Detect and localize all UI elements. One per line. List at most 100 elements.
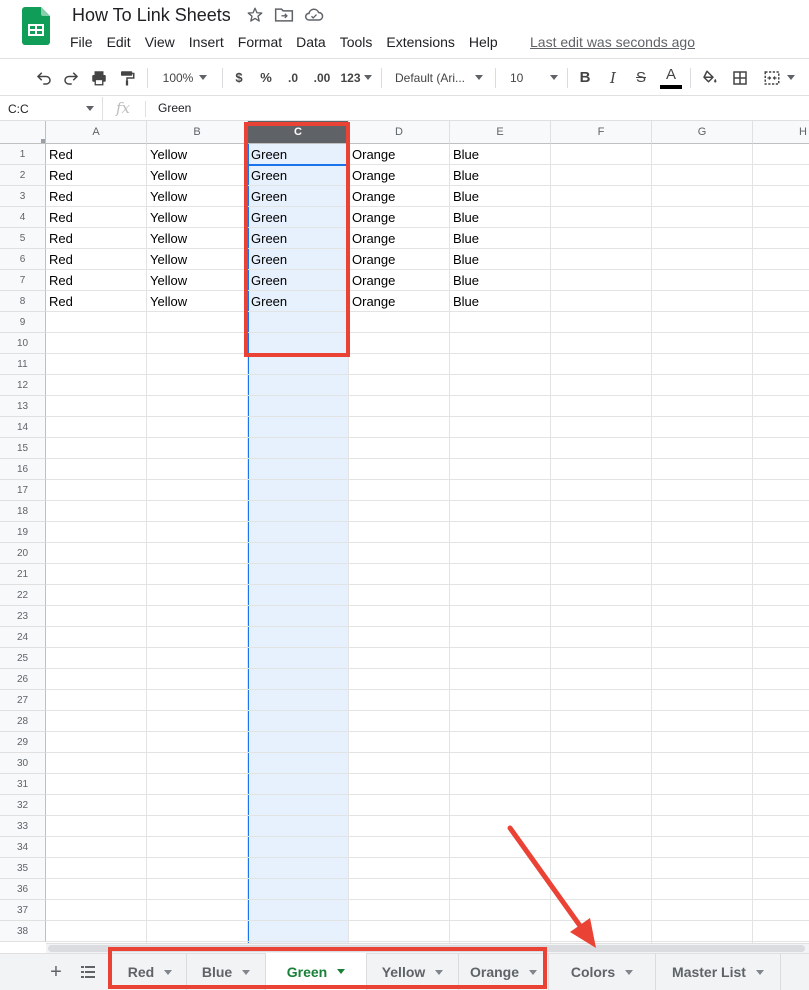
row-header[interactable]: 11 [0,354,46,375]
column-header-e[interactable]: E [450,121,551,144]
row-header[interactable]: 15 [0,438,46,459]
cell-e4[interactable]: Blue [450,207,551,228]
cell-d7[interactable]: Orange [349,270,450,291]
row-header[interactable]: 26 [0,669,46,690]
cell-a3[interactable]: Red [46,186,147,207]
cell-d6[interactable]: Orange [349,249,450,270]
cell-c2[interactable]: Green [248,165,349,186]
cell-d1[interactable]: Orange [349,144,450,165]
row-header[interactable]: 35 [0,858,46,879]
chevron-down-icon[interactable] [625,970,633,975]
cell-c6[interactable]: Green [248,249,349,270]
font-family-select[interactable]: Default (Ari... [389,59,489,96]
column-header-h[interactable]: H [753,121,809,144]
cell-a2[interactable]: Red [46,165,147,186]
strikethrough-button[interactable]: S [631,59,651,96]
row-header[interactable]: 34 [0,837,46,858]
cell-b6[interactable]: Yellow [147,249,248,270]
chevron-down-icon[interactable] [529,970,537,975]
chevron-down-icon[interactable] [756,970,764,975]
row-header[interactable]: 9 [0,312,46,333]
row-header[interactable]: 10 [0,333,46,354]
spreadsheet-grid[interactable]: ABCDEFGH12345678910111213141516171819202… [0,121,809,943]
cloud-status-icon[interactable] [304,6,324,24]
column-header-a[interactable]: A [46,121,147,144]
cell-a7[interactable]: Red [46,270,147,291]
borders-button[interactable] [728,59,752,96]
menu-insert[interactable]: Insert [182,32,231,52]
cell-c3[interactable]: Green [248,186,349,207]
row-header[interactable]: 31 [0,774,46,795]
row-header[interactable]: 12 [0,375,46,396]
cell-e6[interactable]: Blue [450,249,551,270]
merge-cells-button[interactable] [758,59,798,96]
fill-color-button[interactable] [698,59,722,96]
percent-format-button[interactable]: % [256,59,276,96]
row-header[interactable]: 27 [0,690,46,711]
row-header[interactable]: 19 [0,522,46,543]
cell-b3[interactable]: Yellow [147,186,248,207]
cell-a1[interactable]: Red [46,144,147,165]
row-header[interactable]: 2 [0,165,46,186]
row-header[interactable]: 29 [0,732,46,753]
cell-a8[interactable]: Red [46,291,147,312]
cell-c1[interactable]: Green [248,144,349,165]
sheet-tab-master-list[interactable]: Master List [656,954,781,990]
horizontal-scrollbar[interactable] [46,943,809,953]
sheet-tab-blue[interactable]: Blue [187,954,266,990]
menu-format[interactable]: Format [231,32,289,52]
row-header[interactable]: 4 [0,207,46,228]
row-header[interactable]: 16 [0,459,46,480]
print-button[interactable] [87,59,111,96]
cell-a4[interactable]: Red [46,207,147,228]
cell-d8[interactable]: Orange [349,291,450,312]
sheet-tab-yellow[interactable]: Yellow [367,954,459,990]
menu-edit[interactable]: Edit [100,32,138,52]
italic-button[interactable]: I [603,59,623,96]
last-edit-link[interactable]: Last edit was seconds ago [530,34,695,50]
row-header[interactable]: 30 [0,753,46,774]
row-header[interactable]: 8 [0,291,46,312]
cell-b8[interactable]: Yellow [147,291,248,312]
column-header-c[interactable]: C [248,121,349,144]
paint-format-button[interactable] [115,59,139,96]
bold-button[interactable]: B [575,59,595,96]
move-to-folder-icon[interactable] [274,6,294,24]
row-header[interactable]: 28 [0,711,46,732]
cell-e1[interactable]: Blue [450,144,551,165]
menu-file[interactable]: File [63,32,100,52]
star-icon[interactable] [246,6,264,24]
row-header[interactable]: 13 [0,396,46,417]
chevron-down-icon[interactable] [242,970,250,975]
column-header-g[interactable]: G [652,121,753,144]
row-header[interactable]: 32 [0,795,46,816]
formula-input[interactable]: Green [158,101,191,115]
row-header[interactable]: 33 [0,816,46,837]
cell-d3[interactable]: Orange [349,186,450,207]
sheet-tab-red[interactable]: Red [114,954,187,990]
menu-tools[interactable]: Tools [333,32,380,52]
zoom-select[interactable]: 100% [154,59,216,96]
cell-d4[interactable]: Orange [349,207,450,228]
row-header[interactable]: 14 [0,417,46,438]
sheet-tab-green[interactable]: Green [266,953,367,990]
row-header[interactable]: 6 [0,249,46,270]
cell-b4[interactable]: Yellow [147,207,248,228]
all-sheets-menu-icon[interactable] [80,964,96,980]
row-header[interactable]: 37 [0,900,46,921]
row-header[interactable]: 20 [0,543,46,564]
menu-data[interactable]: Data [289,32,333,52]
redo-button[interactable] [59,59,83,96]
cell-b2[interactable]: Yellow [147,165,248,186]
cell-b7[interactable]: Yellow [147,270,248,291]
select-all-corner[interactable] [0,121,46,144]
column-header-d[interactable]: D [349,121,450,144]
chevron-down-icon[interactable] [435,970,443,975]
sheet-tab-colors[interactable]: Colors [549,954,656,990]
currency-format-button[interactable]: $ [229,59,249,96]
row-header[interactable]: 36 [0,879,46,900]
cell-b5[interactable]: Yellow [147,228,248,249]
cell-e5[interactable]: Blue [450,228,551,249]
increase-decimal-button[interactable]: .00 [309,59,335,96]
column-header-b[interactable]: B [147,121,248,144]
